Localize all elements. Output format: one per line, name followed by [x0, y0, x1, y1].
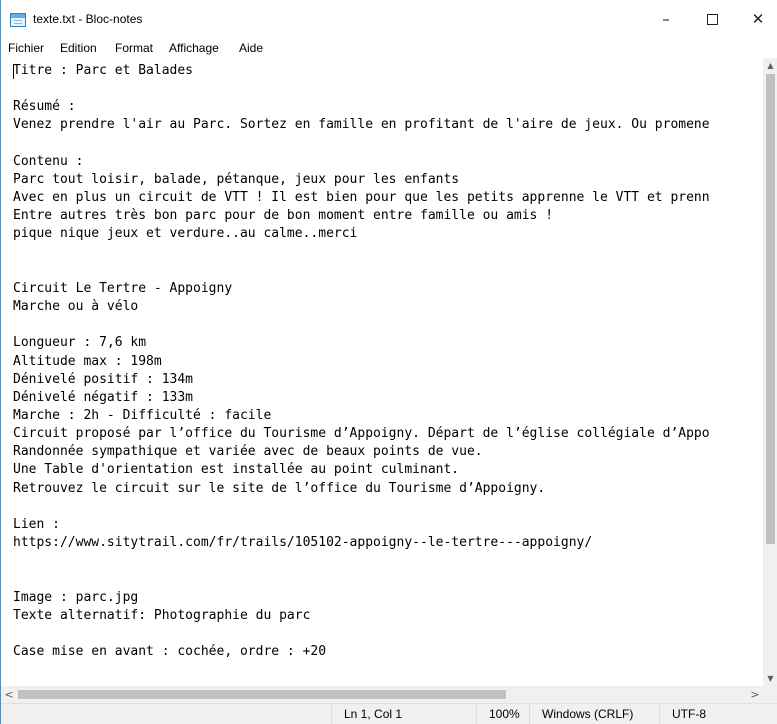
- status-cursor-position: Ln 1, Col 1: [331, 704, 481, 724]
- vertical-scroll-thumb[interactable]: [766, 74, 775, 544]
- horizontal-scrollbar[interactable]: < >: [1, 686, 763, 703]
- menu-affichage[interactable]: Affichage: [169, 41, 219, 55]
- close-icon: ✕: [751, 10, 765, 28]
- status-zoom: 100%: [476, 704, 526, 724]
- minimize-icon: –: [662, 10, 670, 28]
- window-title: texte.txt - Bloc-notes: [33, 12, 143, 26]
- status-encoding: UTF-8: [659, 704, 777, 724]
- horizontal-scroll-thumb[interactable]: [18, 690, 506, 699]
- scroll-left-arrow-icon[interactable]: <: [1, 686, 17, 703]
- menu-format[interactable]: Format: [115, 41, 153, 55]
- document-text[interactable]: Titre : Parc et Balades Résumé : Venez p…: [13, 62, 710, 661]
- notepad-app-icon: [10, 13, 26, 27]
- menu-aide[interactable]: Aide: [239, 41, 263, 55]
- maximize-button[interactable]: [689, 0, 735, 38]
- text-editor[interactable]: Titre : Parc et Balades Résumé : Venez p…: [1, 58, 763, 686]
- menu-edition[interactable]: Edition: [60, 41, 97, 55]
- vertical-scrollbar[interactable]: ▲ ▼: [763, 58, 777, 686]
- notepad-window: texte.txt - Bloc-notes – ✕ Fichier Editi…: [0, 0, 777, 724]
- close-button[interactable]: ✕: [735, 0, 777, 38]
- text-caret: [13, 64, 14, 79]
- status-line-endings: Windows (CRLF): [529, 704, 659, 724]
- menu-bar: Fichier Edition Format Affichage Aide: [1, 38, 777, 58]
- title-bar[interactable]: texte.txt - Bloc-notes – ✕: [1, 0, 777, 38]
- maximize-icon: [706, 13, 718, 25]
- scrollbar-corner: [763, 686, 777, 703]
- scroll-up-arrow-icon[interactable]: ▲: [763, 58, 777, 73]
- status-bar: Ln 1, Col 1 100% Windows (CRLF) UTF-8: [1, 703, 777, 724]
- menu-fichier[interactable]: Fichier: [8, 41, 44, 55]
- minimize-button[interactable]: –: [643, 0, 689, 38]
- scroll-right-arrow-icon[interactable]: >: [747, 686, 763, 703]
- scroll-down-arrow-icon[interactable]: ▼: [763, 671, 777, 686]
